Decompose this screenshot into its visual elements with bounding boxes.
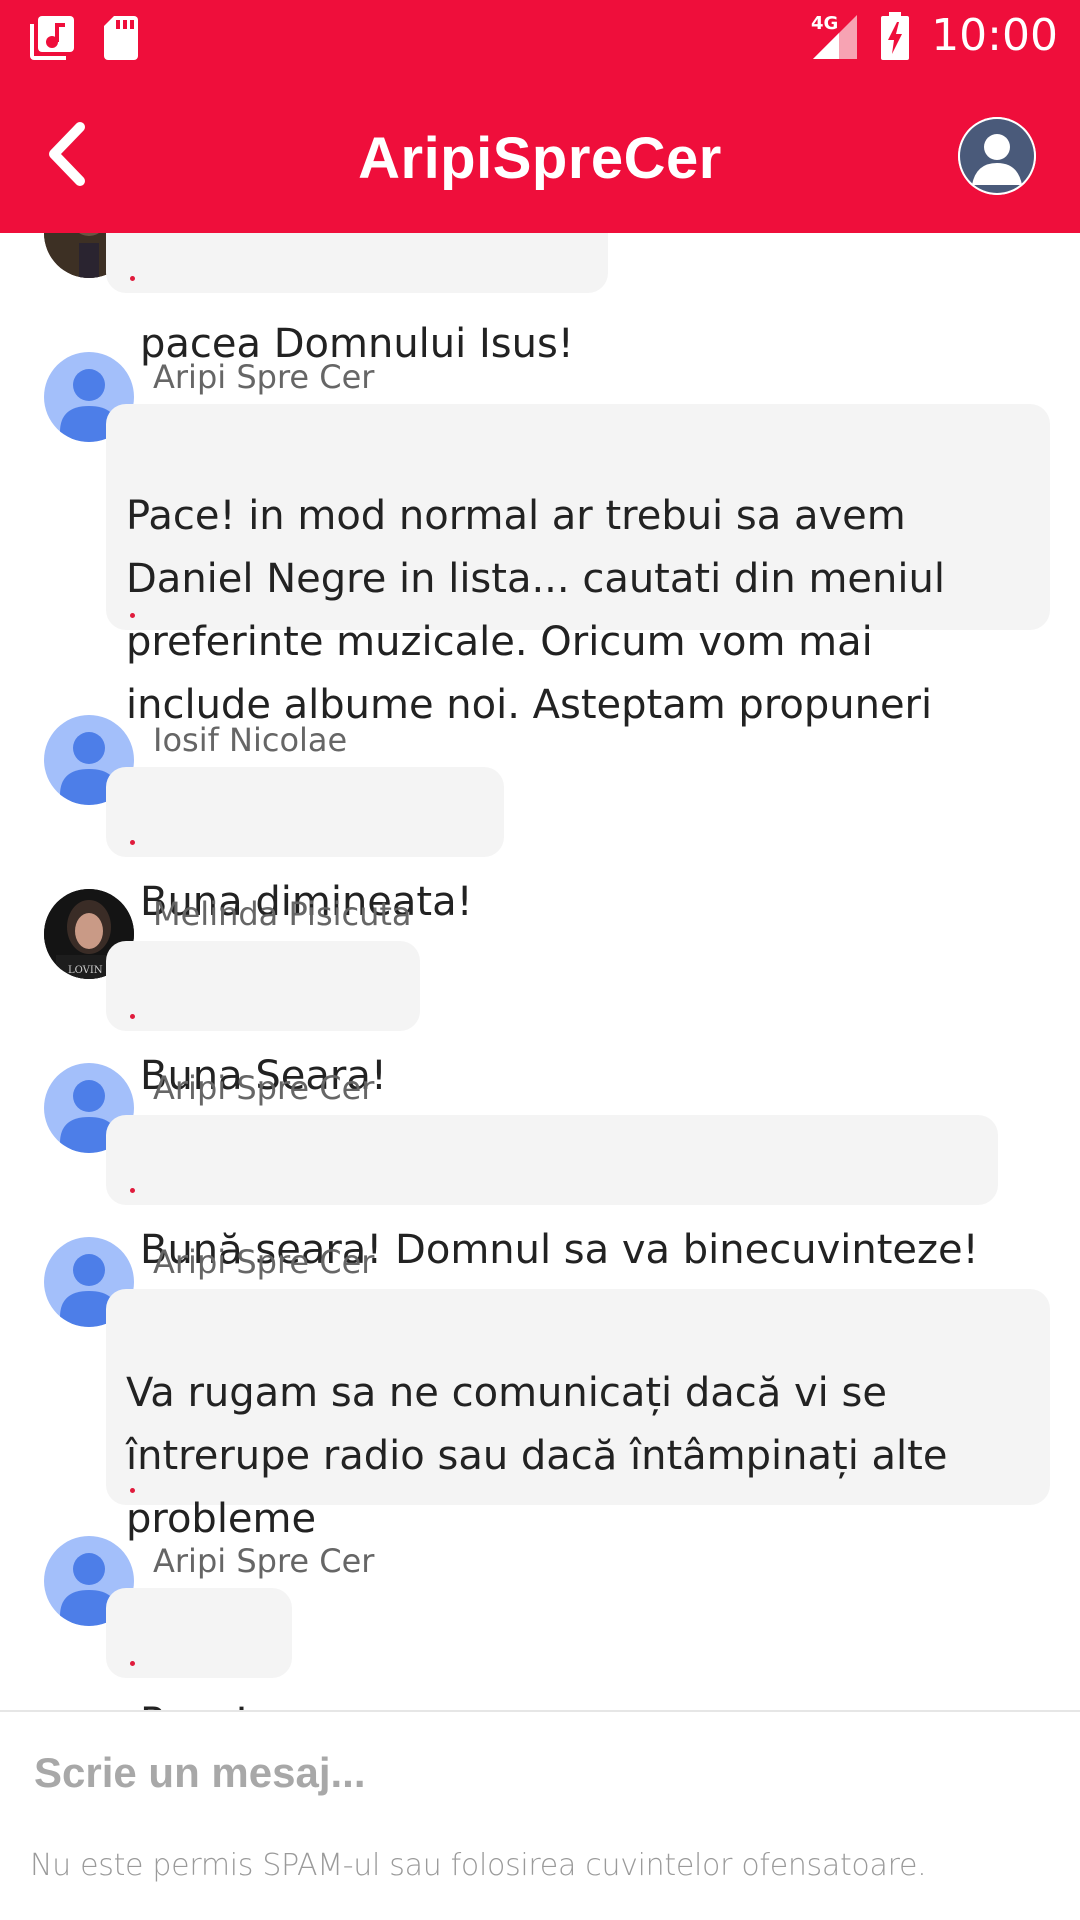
sent-indicator	[130, 840, 135, 845]
svg-text:4G: 4G	[811, 13, 838, 34]
sender-name: Aripi Spre Cer	[153, 1243, 375, 1281]
clock: 10:00	[931, 10, 1058, 61]
user-avatar-icon	[958, 117, 1036, 195]
sender-name: Aripi Spre Cer	[153, 1542, 375, 1580]
sender-name: Melinda Pisicuta	[153, 895, 412, 933]
message-input[interactable]	[32, 1742, 1036, 1804]
sent-indicator	[130, 1488, 135, 1493]
composer-divider	[0, 1710, 1080, 1712]
spam-disclaimer: Nu este permis SPAM-ul sau folosirea cuv…	[30, 1848, 927, 1883]
sd-card-icon	[104, 16, 138, 60]
sent-indicator	[130, 276, 135, 281]
music-library-icon	[30, 16, 74, 60]
message-text: Va rugam sa ne comunicați dacă vi se înt…	[126, 1370, 948, 1542]
app-bar: AripiSpreCer	[0, 75, 1080, 233]
sent-indicator	[130, 613, 135, 618]
profile-button[interactable]	[958, 117, 1036, 195]
sent-indicator	[130, 1014, 135, 1019]
message-bubble: pacea Domnului Isus!	[106, 233, 608, 367]
sent-indicator	[130, 1188, 135, 1193]
message-text: Pace!	[140, 1700, 249, 1710]
status-bar: 4G 10:00	[0, 0, 1080, 75]
sender-name: Aripi Spre Cer	[153, 1069, 375, 1107]
message-bubble: Va rugam sa ne comunicați dacă vi se înt…	[106, 1289, 1050, 1542]
sender-name: Iosif Nicolae	[153, 721, 348, 759]
page-title: AripiSpreCer	[358, 126, 722, 191]
battery-charging-icon	[881, 11, 910, 60]
message-text: Pace! in mod normal ar trebui sa avem Da…	[126, 493, 945, 728]
sent-indicator	[130, 1661, 135, 1666]
signal-icon: 4G	[811, 13, 858, 59]
message-bubble: Buna Seara!	[106, 941, 420, 1099]
sender-name: Aripi Spre Cer	[153, 358, 375, 396]
chat-list[interactable]: pacea Domnului Isus! Aripi Spre Cer Pace…	[0, 233, 1080, 1710]
message-bubble: Pace! in mod normal ar trebui sa avem Da…	[106, 404, 1050, 728]
message-bubble: Pace!	[106, 1588, 292, 1710]
message-bubble: Buna dimineata!	[106, 767, 504, 925]
svg-text:LOVIN: LOVIN	[68, 965, 103, 976]
message-bubble: Bună seara! Domnul sa va binecuvinteze!	[106, 1115, 998, 1273]
